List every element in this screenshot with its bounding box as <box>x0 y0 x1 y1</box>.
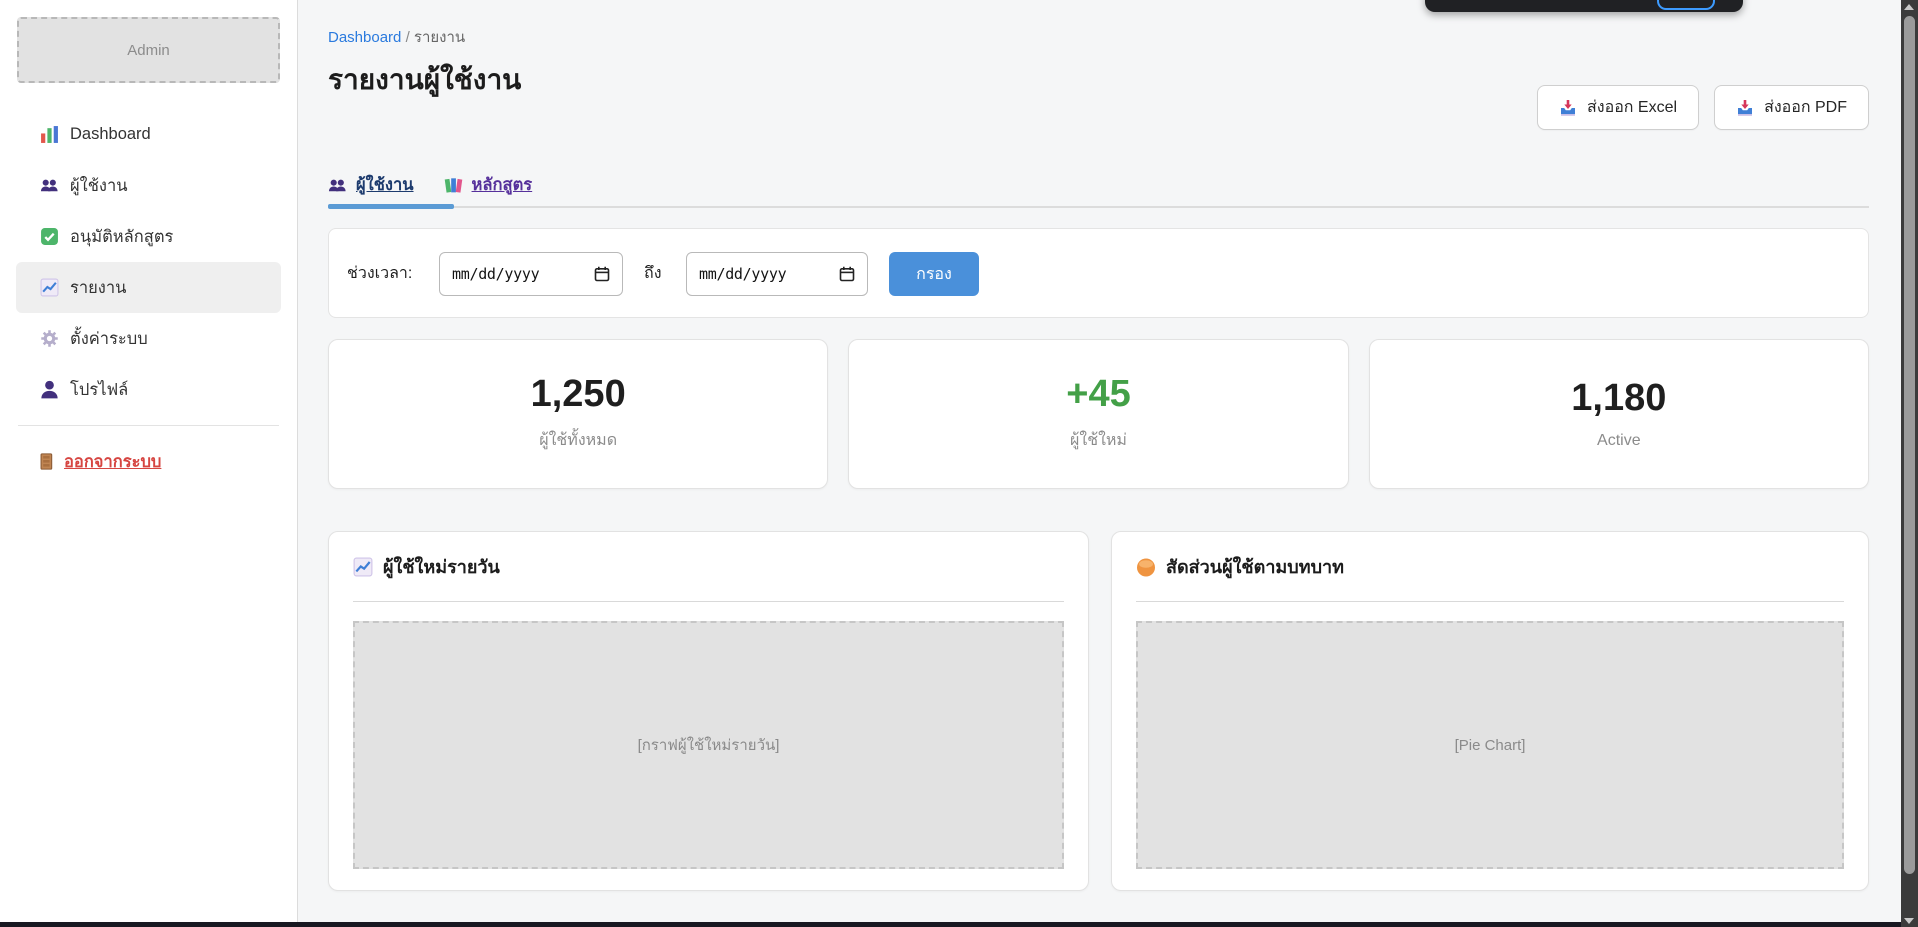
stats-row: 1,250 ผู้ใช้ทั้งหมด +45 ผู้ใช้ใหม่ 1,180… <box>328 339 1869 489</box>
logout-label: ออกจากระบบ <box>64 449 161 475</box>
stat-card-active-users: 1,180 Active <box>1369 339 1869 489</box>
tab-users[interactable]: ผู้ใช้งาน <box>328 172 414 198</box>
tab-bar: ผู้ใช้งาน หลักสูตร <box>328 172 532 198</box>
sidebar-item-label: รายงาน <box>70 275 126 301</box>
vertical-scrollbar[interactable] <box>1901 0 1918 927</box>
bar-chart-icon <box>40 125 59 144</box>
download-tray-icon <box>1559 99 1577 117</box>
sidebar-nav: Dashboard ผู้ใช้งาน อนุมัติหลักสูตร รายง… <box>0 109 297 415</box>
charts-row: ผู้ใช้ใหม่รายวัน [กราฟผู้ใช้ใหม่รายวัน] … <box>328 531 1869 891</box>
tab-active-indicator <box>328 204 454 209</box>
logout-link[interactable]: ออกจากระบบ <box>0 436 297 487</box>
chart-title: ผู้ใช้ใหม่รายวัน <box>383 552 500 581</box>
stat-value: +45 <box>1066 375 1130 413</box>
sidebar: Admin Dashboard ผู้ใช้งาน อนุมัติหลักสูต… <box>0 0 298 927</box>
calendar-icon[interactable] <box>594 266 610 282</box>
scroll-down-arrow-icon[interactable] <box>1904 918 1914 924</box>
sidebar-item-label: Dashboard <box>70 125 151 144</box>
breadcrumb-current: รายงาน <box>414 29 465 46</box>
chart-header: ผู้ใช้ใหม่รายวัน <box>353 532 1064 602</box>
date-from-value: mm/dd/yyyy <box>452 265 539 283</box>
date-to-value: mm/dd/yyyy <box>699 265 786 283</box>
export-pdf-label: ส่งออก PDF <box>1764 95 1847 120</box>
chart-card-daily-new-users: ผู้ใช้ใหม่รายวัน [กราฟผู้ใช้ใหม่รายวัน] <box>328 531 1089 891</box>
person-icon <box>40 380 59 399</box>
line-chart-placeholder: [กราฟผู้ใช้ใหม่รายวัน] <box>353 621 1064 869</box>
tab-bar-border <box>328 206 1869 208</box>
gear-icon <box>40 329 59 348</box>
users-icon <box>40 176 59 195</box>
export-pdf-button[interactable]: ส่งออก PDF <box>1714 85 1869 130</box>
tab-courses-label: หลักสูตร <box>472 172 533 198</box>
tab-users-label: ผู้ใช้งาน <box>356 172 414 198</box>
export-excel-button[interactable]: ส่งออก Excel <box>1537 85 1699 130</box>
stat-label: Active <box>1597 432 1641 450</box>
stat-card-total-users: 1,250 ผู้ใช้ทั้งหมด <box>328 339 828 489</box>
export-excel-label: ส่งออก Excel <box>1587 95 1677 120</box>
tab-courses[interactable]: หลักสูตร <box>444 172 533 198</box>
chart-title: สัดส่วนผู้ใช้ตามบทบาท <box>1166 552 1344 581</box>
sidebar-item-dashboard[interactable]: Dashboard <box>0 109 297 160</box>
browser-toast <box>1425 0 1743 12</box>
pie-icon <box>1136 557 1156 577</box>
sidebar-item-users[interactable]: ผู้ใช้งาน <box>0 160 297 211</box>
chart-card-users-by-role: สัดส่วนผู้ใช้ตามบทบาท [Pie Chart] <box>1111 531 1869 891</box>
filter-submit-button[interactable]: กรอง <box>889 252 979 296</box>
sidebar-item-label: ตั้งค่าระบบ <box>70 326 148 352</box>
sidebar-item-label: อนุมัติหลักสูตร <box>70 224 173 250</box>
download-tray-icon <box>1736 99 1754 117</box>
main-content: Dashboard / รายงาน รายงานผู้ใช้งาน ส่งออ… <box>298 0 1901 927</box>
stat-value: 1,180 <box>1571 379 1666 417</box>
date-to-input[interactable]: mm/dd/yyyy <box>686 252 868 296</box>
scrollbar-thumb[interactable] <box>1904 16 1915 874</box>
stat-label: ผู้ใช้ทั้งหมด <box>539 428 617 453</box>
sidebar-divider <box>18 425 279 426</box>
brand-placeholder: Admin <box>17 17 280 83</box>
sidebar-item-profile[interactable]: โปรไฟล์ <box>0 364 297 415</box>
date-from-input[interactable]: mm/dd/yyyy <box>439 252 623 296</box>
users-icon <box>328 177 347 194</box>
stat-card-new-users: +45 ผู้ใช้ใหม่ <box>848 339 1348 489</box>
brand-label: Admin <box>127 42 170 59</box>
sidebar-item-label: ผู้ใช้งาน <box>70 173 128 199</box>
sidebar-item-label: โปรไฟล์ <box>70 377 128 403</box>
check-icon <box>40 227 59 246</box>
sidebar-item-settings[interactable]: ตั้งค่าระบบ <box>0 313 297 364</box>
stat-value: 1,250 <box>531 375 626 413</box>
books-icon <box>444 177 463 194</box>
scroll-up-arrow-icon[interactable] <box>1904 4 1914 10</box>
placeholder-text: [Pie Chart] <box>1455 737 1526 754</box>
date-range-label: ช่วงเวลา: <box>347 229 412 317</box>
export-buttons: ส่งออก Excel ส่งออก PDF <box>1537 85 1869 130</box>
chart-header: สัดส่วนผู้ใช้ตามบทบาท <box>1136 532 1844 602</box>
door-icon <box>40 453 53 470</box>
breadcrumb-separator: / <box>406 29 414 46</box>
placeholder-text: [กราฟผู้ใช้ใหม่รายวัน] <box>638 733 780 757</box>
breadcrumb-home-link[interactable]: Dashboard <box>328 29 401 46</box>
pie-chart-placeholder: [Pie Chart] <box>1136 621 1844 869</box>
sidebar-item-reports[interactable]: รายงาน <box>16 262 281 313</box>
stat-label: ผู้ใช้ใหม่ <box>1070 428 1127 453</box>
window-bottom-edge <box>0 922 1918 927</box>
breadcrumb: Dashboard / รายงาน <box>328 25 465 49</box>
page-title: รายงานผู้ใช้งาน <box>328 58 521 102</box>
line-chart-icon <box>40 278 59 297</box>
sidebar-item-course-approval[interactable]: อนุมัติหลักสูตร <box>0 211 297 262</box>
toast-focused-button[interactable] <box>1657 0 1715 10</box>
line-chart-icon <box>353 557 373 577</box>
calendar-icon[interactable] <box>839 266 855 282</box>
date-to-label: ถึง <box>644 229 662 317</box>
date-filter-card: ช่วงเวลา: mm/dd/yyyy ถึง mm/dd/yyyy กรอง <box>328 228 1869 318</box>
